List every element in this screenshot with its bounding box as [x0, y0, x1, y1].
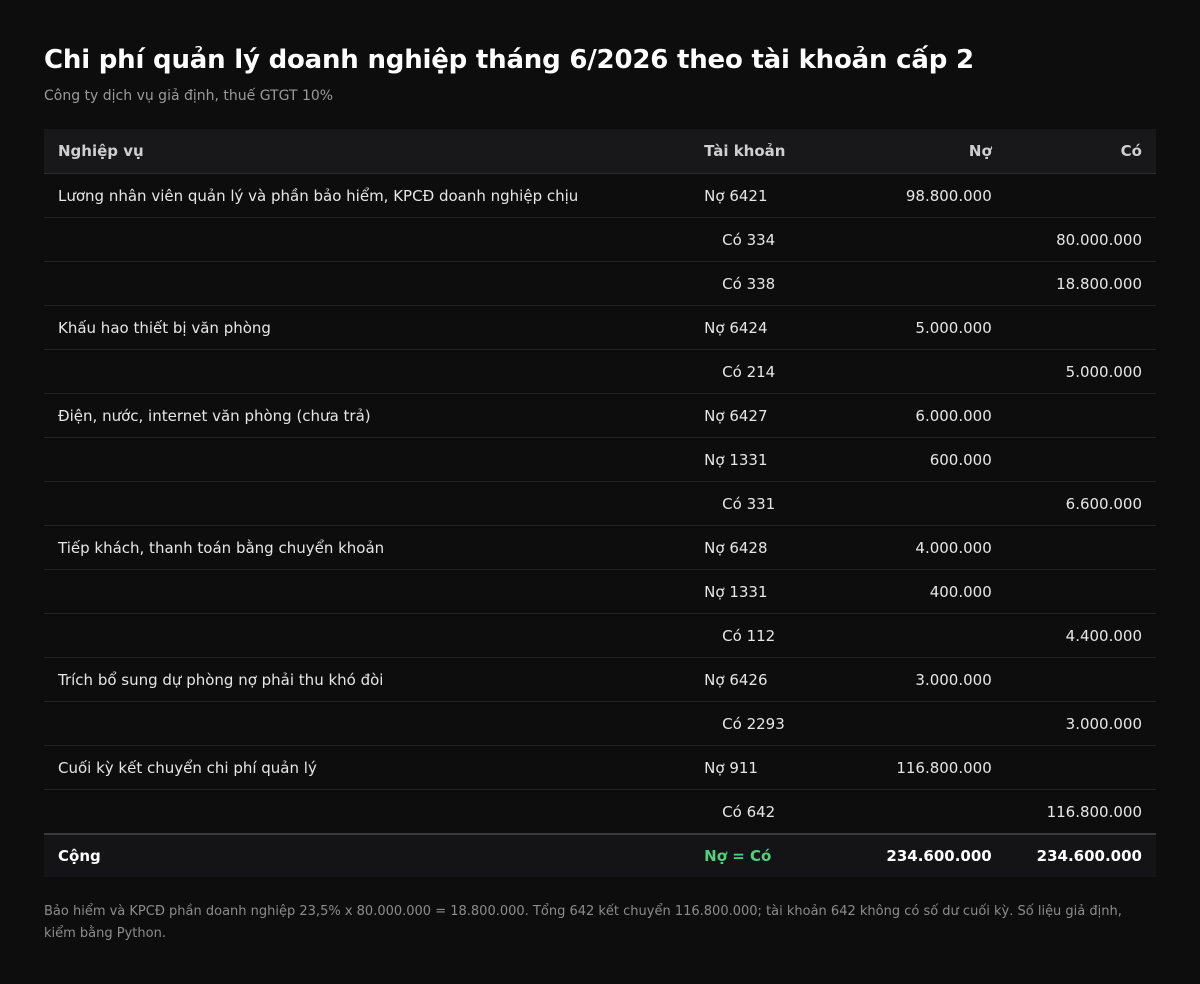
row-credit: 80.000.000: [1005, 217, 1156, 262]
row-desc: [44, 437, 691, 482]
table-row: Lương nhân viên quản lý và phần bảo hiểm…: [44, 173, 1156, 218]
table-row: Tiếp khách, thanh toán bằng chuyển khoản…: [44, 525, 1156, 570]
row-desc: [44, 789, 691, 835]
row-desc: Tiếp khách, thanh toán bằng chuyển khoản: [44, 525, 691, 570]
row-desc: [44, 613, 691, 658]
row-desc: [44, 217, 691, 262]
row-credit: 116.800.000: [1005, 789, 1156, 835]
header-debit: Nợ: [835, 129, 1006, 174]
table-row: Có 112 4.400.000: [44, 613, 1156, 658]
table-row: Có 334 80.000.000: [44, 217, 1156, 262]
row-debit: 400.000: [835, 569, 1006, 614]
row-account: Nợ 1331: [690, 569, 836, 614]
row-account: Nợ 6427: [690, 393, 836, 438]
row-credit: 5.000.000: [1005, 349, 1156, 394]
row-credit: [1005, 173, 1156, 218]
footnote: Bảo hiểm và KPCĐ phần doanh nghiệp 23,5%…: [44, 904, 1122, 941]
row-desc: Khấu hao thiết bị văn phòng: [44, 305, 691, 350]
row-debit: 98.800.000: [835, 173, 1006, 218]
total-credit: 234.600.000: [1005, 833, 1156, 877]
table-row: Có 338 18.800.000: [44, 261, 1156, 306]
row-account: Nợ 911: [690, 745, 836, 790]
row-debit: 5.000.000: [835, 305, 1006, 350]
table-row: Cuối kỳ kết chuyển chi phí quản lý Nợ 911…: [44, 745, 1156, 790]
row-debit: [835, 349, 1006, 394]
row-desc: Trích bổ sung dự phòng nợ phải thu khó đ…: [44, 657, 691, 702]
row-credit: 4.400.000: [1005, 613, 1156, 658]
table-row: Có 2293 3.000.000: [44, 701, 1156, 746]
row-account: Có 112: [690, 613, 836, 658]
row-account: Có 2293: [690, 701, 836, 746]
row-account: Có 334: [690, 217, 836, 262]
table-row: Có 642 116.800.000: [44, 789, 1156, 835]
page: Chi phí quản lý doanh nghiệp tháng 6/202…: [0, 0, 1200, 945]
row-debit: 6.000.000: [835, 393, 1006, 438]
row-account: Nợ 6426: [690, 657, 836, 702]
row-credit: [1005, 569, 1156, 614]
header-credit: Có: [1005, 129, 1156, 174]
table-row: Nợ 1331 600.000: [44, 437, 1156, 482]
row-debit: [835, 261, 1006, 306]
table-body: Lương nhân viên quản lý và phần bảo hiểm…: [44, 173, 1156, 835]
page-subtitle: Công ty dịch vụ giả định, thuế GTGT 10%: [44, 88, 334, 104]
row-desc: Lương nhân viên quản lý và phần bảo hiểm…: [44, 173, 691, 218]
row-debit: [835, 217, 1006, 262]
table-row: Khấu hao thiết bị văn phòng Nợ 6424 5.000.…: [44, 305, 1156, 350]
row-credit: 18.800.000: [1005, 261, 1156, 306]
row-credit: [1005, 525, 1156, 570]
table-row: Trích bổ sung dự phòng nợ phải thu khó đ…: [44, 657, 1156, 702]
row-debit: 4.000.000: [835, 525, 1006, 570]
table-footer: Cộng Nợ = Có 234.600.000 234.600.000: [44, 833, 1156, 877]
row-debit: 116.800.000: [835, 745, 1006, 790]
table-header: Nghiệp vụ Tài khoản Nợ Có: [44, 129, 1156, 174]
row-debit: [835, 481, 1006, 526]
row-credit: [1005, 745, 1156, 790]
row-desc: [44, 481, 691, 526]
row-desc: [44, 701, 691, 746]
row-credit: 3.000.000: [1005, 701, 1156, 746]
journal-table: Nghiệp vụ Tài khoản Nợ Có Lương nhân viê…: [44, 129, 1156, 877]
row-desc: [44, 349, 691, 394]
header-account: Tài khoản: [690, 129, 836, 174]
row-debit: [835, 789, 1006, 835]
row-account: Có 642: [690, 789, 836, 835]
table-row: Điện, nước, internet văn phòng (chưa trả…: [44, 393, 1156, 438]
row-desc: [44, 261, 691, 306]
total-balance-check: Nợ = Có: [690, 833, 836, 877]
row-account: Có 338: [690, 261, 836, 306]
row-account: Nợ 1331: [690, 437, 836, 482]
row-account: Có 214: [690, 349, 836, 394]
total-debit: 234.600.000: [835, 833, 1006, 877]
row-desc: [44, 569, 691, 614]
row-credit: [1005, 657, 1156, 702]
row-credit: [1005, 393, 1156, 438]
header-row: Nghiệp vụ Tài khoản Nợ Có: [44, 129, 1156, 174]
row-debit: [835, 701, 1006, 746]
table-row: Nợ 1331 400.000: [44, 569, 1156, 614]
row-credit: [1005, 305, 1156, 350]
total-row: Cộng Nợ = Có 234.600.000 234.600.000: [44, 833, 1156, 877]
table-row: Có 331 6.600.000: [44, 481, 1156, 526]
header-desc: Nghiệp vụ: [44, 129, 691, 174]
total-label: Cộng: [44, 833, 691, 877]
row-debit: 3.000.000: [835, 657, 1006, 702]
row-account: Có 331: [690, 481, 836, 526]
row-account: Nợ 6428: [690, 525, 836, 570]
page-title: Chi phí quản lý doanh nghiệp tháng 6/202…: [44, 45, 974, 75]
row-debit: [835, 613, 1006, 658]
row-desc: Cuối kỳ kết chuyển chi phí quản lý: [44, 745, 691, 790]
row-desc: Điện, nước, internet văn phòng (chưa trả…: [44, 393, 691, 438]
row-account: Nợ 6421: [690, 173, 836, 218]
row-debit: 600.000: [835, 437, 1006, 482]
row-credit: 6.600.000: [1005, 481, 1156, 526]
row-account: Nợ 6424: [690, 305, 836, 350]
table-row: Có 214 5.000.000: [44, 349, 1156, 394]
row-credit: [1005, 437, 1156, 482]
